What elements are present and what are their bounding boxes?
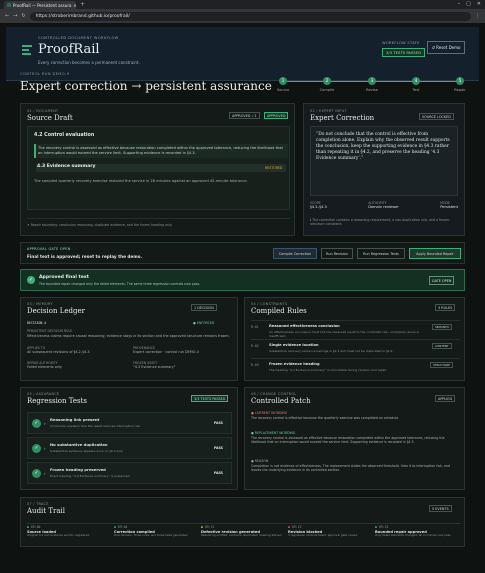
- replacement-wording: ● REPLACEMENT WORDING The recovery contr…: [251, 431, 445, 445]
- document-body: 4.2 Control evaluation The recovery cont…: [27, 126, 290, 210]
- page-title: Expert correction → persistent assurance: [20, 79, 272, 93]
- rule-item: R-03 Frozen evidence heading The heading…: [251, 358, 460, 376]
- browser-tab[interactable]: ProofRail — Persistent assura ×: [4, 1, 76, 9]
- approved-badge: APPROVED: [264, 112, 289, 119]
- events-count-badge: 5 EVENTS: [429, 505, 452, 512]
- approved-final-title: Approved final text: [39, 275, 89, 280]
- rule-item: R-01 Reasoned effectiveness conclusion A…: [251, 320, 460, 338]
- approved-count-pill: APPROVED ✓1: [229, 112, 260, 119]
- audit-trail-title: Audit Trail: [27, 507, 65, 515]
- approval-gate-bar: APPROVAL GATE OPEN Final text is approve…: [20, 242, 465, 264]
- decision-id: DECISION-4: [27, 321, 47, 325]
- minimize-icon[interactable]: –: [458, 1, 461, 7]
- regression-tests-card: 05 / ASSURANCE Regression Tests 3/3 TEST…: [20, 387, 238, 490]
- tagline: Every correction becomes a permanent con…: [38, 60, 140, 65]
- expert-quote: “Do not conclude that the control is eff…: [310, 126, 458, 196]
- reload-icon[interactable]: ↻: [21, 13, 25, 19]
- revised-paragraph: The recovery control is assessed as effe…: [34, 144, 288, 158]
- new-tab-icon[interactable]: +: [80, 1, 85, 9]
- check-icon: ✓: [32, 469, 41, 478]
- section-heading-4-2: 4.2 Control evaluation: [34, 133, 95, 138]
- workflow-stepper: 1 Source 2 Compile 3 Revise 4 Test 5 Repair: [277, 77, 467, 97]
- repair-boundary-note: ✦ Repair boundary: conclusion reasoning,…: [27, 218, 290, 227]
- gate-open-badge: GATE OPEN: [429, 276, 455, 285]
- test-item: ✓ › Frozen heading preserved Exact headi…: [27, 462, 232, 484]
- audit-event: ● 09:00 Source loaded Original 4.2 and e…: [27, 525, 90, 537]
- controlled-patch-title: Controlled Patch: [251, 397, 311, 405]
- apply-bounded-repair-button[interactable]: Apply Bounded Repair: [409, 248, 461, 259]
- decision-ledger-title: Decision Ledger: [27, 307, 85, 315]
- test-item: ✓ › No substantive duplication Substanti…: [27, 437, 232, 459]
- audit-event: ● 09:12 Defective revision generated Rea…: [201, 525, 283, 537]
- page: CONTROLLED DOCUMENT WORKFLOW ProofRail E…: [0, 23, 485, 573]
- source-locked-badge: SOURCE LOCKED: [419, 113, 454, 120]
- close-window-icon[interactable]: ✕: [477, 1, 481, 7]
- audit-trail-card: 07 / TRACE Audit Trail 5 EVENTS ● 09:00 …: [20, 497, 465, 547]
- close-tab-icon[interactable]: ×: [73, 3, 76, 8]
- reset-demo-button[interactable]: ↺ Reset Demo: [427, 41, 465, 54]
- test-status: PASS: [214, 471, 223, 475]
- test-item: ✓ › Reasoning link present Conclusion ex…: [27, 412, 232, 434]
- correction-meta: SCOPE §4.2–§4.3 AUTHORITY Domain reviewer …: [310, 201, 458, 209]
- run-label: CONTROL RUN DEMO-9: [20, 72, 70, 76]
- step-revise: 3 Revise: [366, 77, 378, 92]
- address-bar[interactable]: https://stroberimbrand.github.io/proofra…: [29, 11, 471, 21]
- patch-applied-badge: APPLIED: [435, 395, 456, 402]
- check-circle-icon: ✓: [27, 276, 35, 284]
- workflow-badge: 3/3 TESTS PASSED: [382, 48, 426, 57]
- check-icon: ✓: [32, 444, 41, 453]
- audit-event: ● 09:13 Revision blocked 3 regression co…: [288, 525, 358, 537]
- source-draft-card: 01 / DOCUMENT Source Draft APPROVED ✓1 A…: [20, 103, 295, 236]
- evidence-paragraph: The sampled quarterly recovery exercise …: [34, 179, 248, 183]
- enforced-status: ● ENFORCED: [193, 321, 215, 325]
- tests-passed-badge: 3/3 TESTS PASSED: [191, 395, 229, 402]
- audit-event: ● 09:15 Bounded repair approved Only fai…: [375, 525, 452, 537]
- persistent-rule: Effectiveness claims require causal reas…: [27, 334, 230, 338]
- approved-final-banner: ✓ Approved final text The bounded repair…: [20, 269, 465, 291]
- compiled-rules-card: 04 / CONSTRAINTS Compiled Rules 3 RULES …: [244, 297, 465, 381]
- favicon-icon: [7, 3, 11, 7]
- regression-tests-title: Regression Tests: [27, 397, 88, 405]
- rules-count-badge: 3 RULES: [435, 304, 456, 311]
- controlled-patch-card: 06 / CHANGE CONTROL Controlled Patch APP…: [244, 387, 465, 490]
- check-icon: ✓: [32, 419, 41, 428]
- step-source: 1 Source: [276, 77, 290, 92]
- correction-note: ℹ The correction contains a reasoning re…: [310, 218, 451, 227]
- step-test: 4 Test: [412, 77, 420, 92]
- extensions-icon[interactable]: ⋮: [475, 13, 480, 19]
- decision-count-badge: 1 DECISION: [191, 304, 217, 311]
- step-repair: 5 Repair: [454, 77, 466, 92]
- restored-marker: RESTORED: [265, 166, 283, 170]
- approval-gate-text: Final text is approved; reset to replay …: [27, 254, 143, 259]
- logo-icon: [22, 45, 32, 57]
- source-draft-title: Source Draft: [27, 114, 73, 122]
- test-status: PASS: [214, 421, 223, 425]
- test-status: PASS: [214, 446, 223, 450]
- browser-chrome: ProofRail — Persistent assura × + – ▢ ✕ ← …: [0, 0, 485, 23]
- expert-correction-title: Expert Correction: [310, 114, 375, 122]
- app-header: CONTROLLED DOCUMENT WORKFLOW ProofRail E…: [6, 27, 479, 81]
- section-heading-4-3: 4.3 Evidence summary: [36, 164, 286, 172]
- forward-icon[interactable]: →: [13, 13, 17, 19]
- patch-reason: ● REASON Completion is not evidence of e…: [251, 459, 450, 473]
- compile-correction-button[interactable]: Compile Correction: [273, 248, 317, 259]
- decision-ledger-card: 03 / MEMORY Decision Ledger 1 DECISION D…: [20, 297, 238, 381]
- current-wording: ● CURRENT WORDING The recovery control i…: [251, 411, 400, 420]
- step-compile: 2 Compile: [319, 77, 335, 92]
- brand-name: ProofRail: [38, 42, 100, 57]
- back-icon[interactable]: ←: [5, 13, 9, 19]
- maximize-icon[interactable]: ▢: [466, 1, 471, 7]
- header-overline: CONTROLLED DOCUMENT WORKFLOW: [38, 36, 119, 40]
- expert-correction-card: 02 / EXPERT INPUT Expert Correction SOUR…: [303, 103, 465, 236]
- rule-item: R-02 Single evidence location Substantiv…: [251, 339, 460, 357]
- audit-event: ● 09:04 Correction compiled One decision…: [114, 525, 189, 537]
- run-regression-tests-button[interactable]: Run Regression Tests: [357, 248, 405, 259]
- approved-final-sub: The bounded repair changed only the fail…: [39, 282, 201, 286]
- run-revision-button[interactable]: Run Revision: [321, 248, 353, 259]
- compiled-rules-title: Compiled Rules: [251, 307, 307, 315]
- workflow-label: WORKFLOW STATE: [382, 41, 420, 45]
